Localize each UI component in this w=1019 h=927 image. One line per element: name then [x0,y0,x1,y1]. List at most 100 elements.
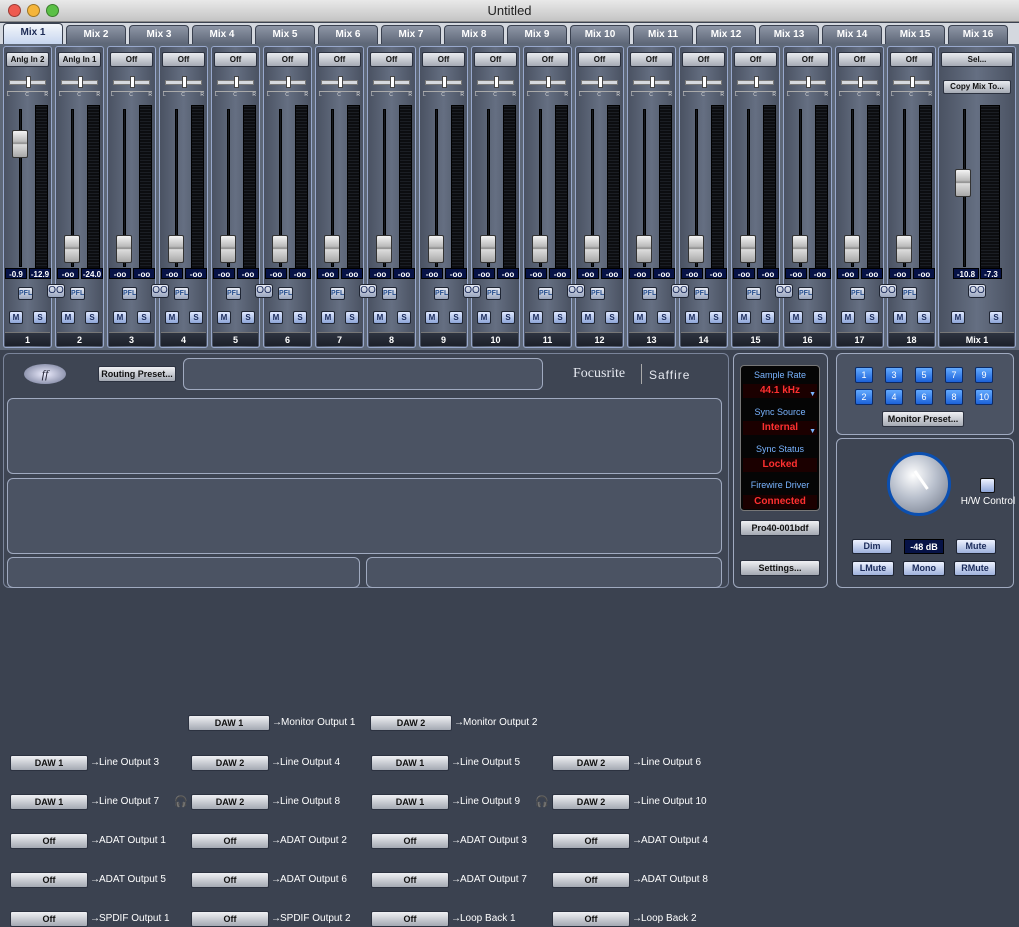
line-output-5-source[interactable]: DAW 1 [371,755,449,771]
monitor-output-1-button[interactable]: 1 [855,367,873,383]
adat-output-2-source[interactable]: Off [191,833,269,849]
lmute-button[interactable]: LMute [852,561,894,576]
pfl-button[interactable]: PFL [798,287,813,300]
monitor-level-knob[interactable] [887,452,951,516]
pan-knob[interactable] [441,76,447,88]
channel-source-button[interactable]: Anlg In 2 [6,52,49,67]
fader-knob[interactable] [12,130,28,158]
solo-button[interactable]: S [345,311,359,324]
channel-source-button[interactable]: Off [266,52,309,67]
tab-mix-8[interactable]: Mix 8 [444,25,504,44]
monitor-output-1-source[interactable]: DAW 1 [188,715,270,731]
pfl-button[interactable]: PFL [590,287,605,300]
adat-output-8-source[interactable]: Off [552,872,630,888]
tab-mix-11[interactable]: Mix 11 [633,25,693,44]
monitor-output-8-button[interactable]: 8 [945,389,963,405]
solo-button[interactable]: S [137,311,151,324]
channel-source-button[interactable]: Off [474,52,517,67]
fader-knob[interactable] [220,235,236,263]
pfl-button[interactable]: PFL [850,287,865,300]
channel-source-button[interactable]: Anlg In 1 [58,52,101,67]
tab-mix-7[interactable]: Mix 7 [381,25,441,44]
monitor-output-6-button[interactable]: 6 [915,389,933,405]
mono-button[interactable]: Mono [903,561,945,576]
pfl-button[interactable]: PFL [642,287,657,300]
mute-button[interactable]: M [269,311,283,324]
pan-knob[interactable] [909,76,915,88]
fader-knob[interactable] [792,235,808,263]
mute-button[interactable]: M [217,311,231,324]
fader-knob[interactable] [688,235,704,263]
tab-mix-2[interactable]: Mix 2 [66,25,126,44]
stereo-link-icon[interactable]: OO [47,284,65,298]
mute-button[interactable]: M [737,311,751,324]
mute-button[interactable]: M [9,311,23,324]
pan-slider[interactable] [425,75,462,91]
spdif-output-2-source[interactable]: Off [191,911,269,927]
routing-preset-button[interactable]: Routing Preset... [98,366,176,382]
mute-button[interactable]: M [633,311,647,324]
pfl-button[interactable]: PFL [278,287,293,300]
channel-source-button[interactable]: Off [162,52,205,67]
fader-knob[interactable] [480,235,496,263]
pan-slider[interactable] [633,75,670,91]
spdif-output-1-source[interactable]: Off [10,911,88,927]
tab-mix-13[interactable]: Mix 13 [759,25,819,44]
pan-knob[interactable] [233,76,239,88]
minimize-window-icon[interactable] [27,4,40,17]
select-mix-button[interactable]: Sel... [941,52,1013,67]
pan-knob[interactable] [805,76,811,88]
stereo-link-icon[interactable]: OO [567,284,585,298]
sample-rate-value[interactable]: 44.1 kHz [743,384,817,398]
pfl-button[interactable]: PFL [746,287,761,300]
line-output-7-source[interactable]: DAW 1 [10,794,88,810]
pan-slider[interactable] [841,75,878,91]
pan-slider[interactable] [477,75,514,91]
pfl-button[interactable]: PFL [902,287,917,300]
tab-mix-16[interactable]: Mix 16 [948,25,1008,44]
pan-knob[interactable] [493,76,499,88]
monitor-output-2-button[interactable]: 2 [855,389,873,405]
pan-knob[interactable] [701,76,707,88]
monitor-output-4-button[interactable]: 4 [885,389,903,405]
pfl-button[interactable]: PFL [694,287,709,300]
stereo-link-icon[interactable]: OO [463,284,481,298]
mute-button[interactable]: M [373,311,387,324]
monitor-output-5-button[interactable]: 5 [915,367,933,383]
pan-slider[interactable] [789,75,826,91]
pfl-button[interactable]: PFL [538,287,553,300]
fader-knob[interactable] [896,235,912,263]
pan-knob[interactable] [545,76,551,88]
solo-button[interactable]: S [605,311,619,324]
pfl-button[interactable]: PFL [330,287,345,300]
pan-knob[interactable] [857,76,863,88]
loop-back-1-source[interactable]: Off [371,911,449,927]
stereo-link-icon[interactable]: OO [151,284,169,298]
channel-source-button[interactable]: Off [682,52,725,67]
tab-mix-4[interactable]: Mix 4 [192,25,252,44]
channel-source-button[interactable]: Off [318,52,361,67]
line-output-3-source[interactable]: DAW 1 [10,755,88,771]
monitor-output-7-button[interactable]: 7 [945,367,963,383]
tab-mix-3[interactable]: Mix 3 [129,25,189,44]
pan-slider[interactable] [165,75,202,91]
fader-knob[interactable] [64,235,80,263]
mute-button[interactable]: M [685,311,699,324]
master-mute-button[interactable]: M [951,311,965,324]
fader-knob[interactable] [324,235,340,263]
pan-slider[interactable] [217,75,254,91]
solo-button[interactable]: S [865,311,879,324]
pfl-button[interactable]: PFL [226,287,241,300]
channel-source-button[interactable]: Off [734,52,777,67]
master-solo-button[interactable]: S [989,311,1003,324]
pan-slider[interactable] [893,75,930,91]
rmute-button[interactable]: RMute [954,561,996,576]
fader-knob[interactable] [116,235,132,263]
channel-source-button[interactable]: Off [526,52,569,67]
monitor-output-9-button[interactable]: 9 [975,367,993,383]
dim-button[interactable]: Dim [852,539,892,554]
pfl-button[interactable]: PFL [174,287,189,300]
pan-knob[interactable] [129,76,135,88]
adat-output-5-source[interactable]: Off [10,872,88,888]
tab-mix-12[interactable]: Mix 12 [696,25,756,44]
